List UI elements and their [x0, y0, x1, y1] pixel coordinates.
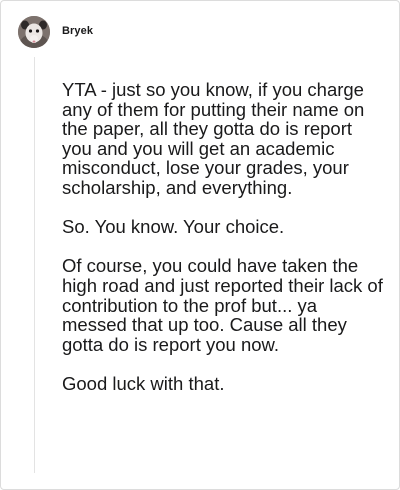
- possum-avatar-icon: [18, 16, 50, 48]
- comment-paragraph: Good luck with that.: [62, 372, 225, 394]
- comment-paragraph: Of course, you could have taken the high…: [62, 255, 383, 355]
- comment-author[interactable]: Bryek: [62, 25, 93, 37]
- comment-paragraph: YTA - just so you know, if you charge an…: [62, 79, 365, 198]
- comment-paragraph: So. You know. Your choice.: [62, 216, 285, 238]
- comment-card: Bryek YTA - just so you know, if you cha…: [0, 0, 400, 490]
- thread-line[interactable]: [34, 57, 35, 473]
- comment-body: YTA - just so you know, if you charge an…: [62, 80, 386, 394]
- user-avatar[interactable]: [18, 16, 50, 48]
